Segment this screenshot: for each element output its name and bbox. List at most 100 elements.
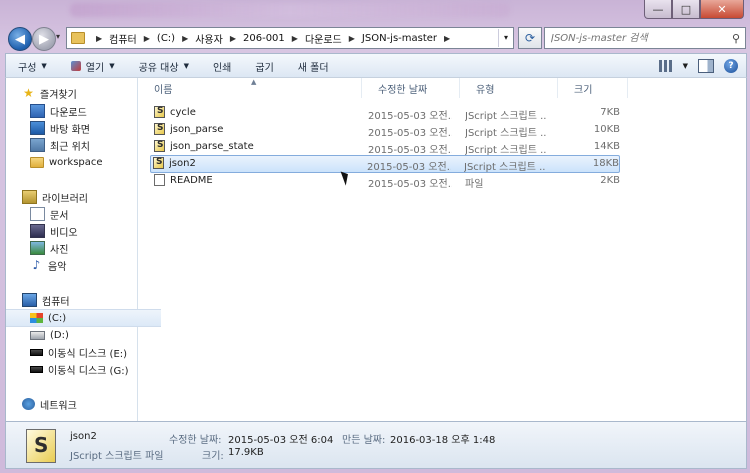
file-row-readme[interactable]: README 2015-05-03 오전... 파일 2KB (152, 173, 622, 190)
jscript-file-large-icon (26, 429, 56, 463)
file-row-json-parse-state[interactable]: json_parse_state 2015-05-03 오전... JScrip… (152, 139, 622, 156)
computer-icon (22, 293, 37, 307)
videos-icon (30, 224, 45, 238)
sidebar-item-label: 이동식 디스크 (G:) (48, 365, 129, 377)
toolbar-right: ▼ ? (658, 59, 746, 73)
file-size: 18KB (592, 158, 619, 169)
sidebar-item-label: (C:) (48, 312, 67, 324)
command-bar: 구성 ▼ 열기 ▼ 공유 대상 ▼ 인쇄 굽기 새 폴더 ▼ ? (5, 53, 747, 78)
file-size: 2KB (600, 175, 620, 186)
print-button[interactable]: 인쇄 (201, 54, 243, 78)
open-label: 열기 (85, 62, 105, 74)
file-row-cycle[interactable]: cycle 2015-05-03 오전... JScript 스크립트 ... … (152, 105, 622, 122)
sidebar-item-favorites[interactable]: ★ 즐겨찾기 (6, 85, 153, 101)
sidebar-item-label: 바탕 화면 (50, 124, 90, 136)
sidebar-item-label: 사진 (50, 244, 69, 256)
details-created-label: 만든 날짜: (342, 435, 386, 446)
music-note-icon: ♪ (32, 258, 41, 272)
chevron-down-icon: ▼ (183, 62, 189, 70)
column-header-date[interactable]: 수정한 날짜 (362, 78, 460, 98)
file-date: 2015-05-03 오전... (368, 128, 452, 139)
share-button[interactable]: 공유 대상 ▼ (127, 54, 201, 78)
downloads-folder-icon (30, 104, 45, 118)
sidebar-item-computer[interactable]: 컴퓨터 (6, 292, 153, 308)
chevron-right-icon[interactable]: ▶ (96, 34, 102, 43)
hard-drive-icon (30, 330, 45, 340)
open-button[interactable]: 열기 ▼ (59, 54, 127, 78)
chevron-right-icon[interactable]: ▶ (292, 34, 298, 43)
jscript-file-icon (154, 123, 165, 135)
file-name: json_parse (170, 124, 224, 135)
back-button[interactable]: ◀ (8, 27, 32, 51)
chevron-right-icon[interactable]: ▶ (230, 34, 236, 43)
sidebar-item-label: 즐겨찾기 (40, 89, 77, 101)
maximize-button[interactable]: □ (672, 0, 700, 19)
search-icon[interactable]: ⚲ (732, 32, 740, 45)
address-bar[interactable]: ▶ 컴퓨터 ▶ (C:) ▶ 사용자 ▶ 206-001 ▶ 다운로드 ▶ JS… (66, 27, 514, 49)
chevron-right-icon[interactable]: ▶ (144, 34, 150, 43)
jscript-file-icon (154, 106, 165, 118)
file-size: 10KB (593, 124, 620, 135)
organize-label: 구성 (18, 62, 37, 74)
column-header-size[interactable]: 크기 (558, 78, 628, 98)
blurred-title-area (70, 3, 510, 17)
sidebar-item-label: 최근 위치 (50, 141, 90, 153)
close-button[interactable]: ✕ (700, 0, 744, 19)
minimize-button[interactable]: — (644, 0, 672, 19)
file-type: 파일 (465, 179, 484, 190)
navigation-pane[interactable]: ★ 즐겨찾기 다운로드 바탕 화면 최근 위치 workspace 라이브러리 문… (6, 78, 161, 421)
sidebar-item-label: 문서 (50, 210, 69, 222)
file-name: json_parse_state (170, 141, 254, 152)
preview-pane-icon[interactable] (698, 59, 714, 73)
details-created-value: 2016-03-18 오후 1:48 (390, 435, 496, 446)
refresh-button[interactable]: ⟳ (518, 27, 542, 49)
generic-file-icon (154, 174, 165, 186)
file-date: 2015-05-03 오전... (368, 145, 452, 156)
removable-drive-icon (30, 348, 43, 356)
burn-button[interactable]: 굽기 (243, 54, 285, 78)
organize-button[interactable]: 구성 ▼ (6, 54, 59, 78)
details-size-label: 크기: (202, 451, 224, 462)
chevron-down-icon: ▼ (109, 62, 115, 70)
sidebar-item-libraries[interactable]: 라이브러리 (6, 189, 153, 205)
sidebar-item-network[interactable]: 네트워크 (6, 396, 153, 412)
new-folder-button[interactable]: 새 폴더 (286, 54, 341, 78)
breadcrumb-drive-c[interactable]: (C:) (157, 33, 175, 44)
libraries-icon (22, 190, 37, 204)
breadcrumb-downloads[interactable]: 다운로드 (305, 31, 342, 46)
file-row-json2[interactable]: json2 2015-05-03 오전... JScript 스크립트 ... … (150, 155, 620, 173)
file-date: 2015-05-03 오전... (367, 162, 451, 173)
chevron-right-icon[interactable]: ▶ (444, 34, 450, 43)
search-box[interactable]: ⚲ (544, 27, 746, 49)
details-modified-label: 수정한 날짜: (169, 435, 222, 446)
pictures-icon (30, 241, 45, 255)
chevron-right-icon[interactable]: ▶ (349, 34, 355, 43)
breadcrumb-users[interactable]: 사용자 (195, 31, 223, 46)
recent-pages-dropdown[interactable]: ▾ (56, 32, 60, 41)
column-header-type[interactable]: 유형 (460, 78, 558, 98)
chevron-right-icon[interactable]: ▶ (182, 34, 188, 43)
breadcrumb-user[interactable]: 206-001 (243, 33, 285, 44)
column-header-name[interactable]: 이름 (138, 78, 362, 98)
breadcrumb-json-js-master[interactable]: JSON-js-master (362, 33, 437, 44)
address-row: ◀ ▶ ▾ ▶ 컴퓨터 ▶ (C:) ▶ 사용자 ▶ 206-001 ▶ 다운로… (0, 22, 750, 52)
share-label: 공유 대상 (138, 62, 179, 74)
explorer-window: — □ ✕ ◀ ▶ ▾ ▶ 컴퓨터 ▶ (C:) ▶ 사용자 ▶ 206-001… (0, 0, 750, 473)
chevron-down-icon: ▼ (41, 62, 47, 70)
address-dropdown[interactable]: ▾ (498, 29, 513, 47)
help-icon[interactable]: ? (724, 59, 738, 73)
network-icon (22, 398, 35, 410)
windows-drive-icon (30, 313, 43, 323)
title-bar[interactable]: — □ ✕ (0, 0, 750, 22)
search-input[interactable] (545, 31, 723, 45)
breadcrumb-computer[interactable]: 컴퓨터 (109, 31, 137, 46)
sidebar-item-label: 비디오 (50, 227, 78, 239)
folder-icon (30, 156, 44, 168)
forward-button[interactable]: ▶ (32, 27, 56, 51)
view-options-icon[interactable] (658, 60, 673, 72)
file-list[interactable]: ▲ 이름 수정한 날짜 유형 크기 cycle 2015-05-03 오전...… (138, 78, 746, 421)
file-row-json-parse[interactable]: json_parse 2015-05-03 오전... JScript 스크립트… (152, 122, 622, 139)
sidebar-item-label: 라이브러리 (42, 193, 88, 205)
chevron-down-icon[interactable]: ▼ (683, 62, 688, 70)
details-pane: json2 JScript 스크립트 파일 수정한 날짜: 2015-05-03… (5, 421, 747, 469)
